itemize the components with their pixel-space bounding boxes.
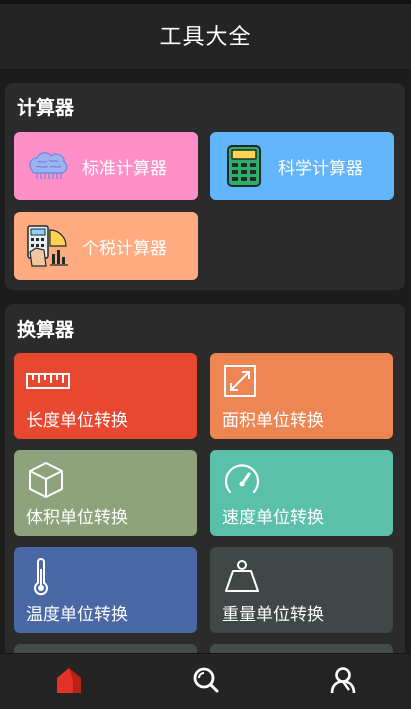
thermometer-icon bbox=[26, 557, 70, 596]
converter-card-partial[interactable] bbox=[14, 644, 197, 653]
calculator-section-title: 计算器 bbox=[17, 97, 75, 119]
converter-card-partial[interactable] bbox=[210, 644, 393, 653]
tax-calculator-icon bbox=[26, 224, 70, 268]
nav-profile[interactable] bbox=[313, 654, 373, 709]
converter-section-title: 换算器 bbox=[17, 319, 75, 341]
nav-home[interactable] bbox=[39, 654, 99, 709]
bottom-navigation bbox=[0, 653, 411, 709]
volume-converter-label: 体积单位转换 bbox=[26, 508, 128, 528]
scientific-calculator-label: 科学计算器 bbox=[278, 158, 363, 179]
temperature-converter-label: 温度单位转换 bbox=[26, 605, 128, 625]
weight-converter-card[interactable]: 重量单位转换 bbox=[210, 547, 393, 633]
scroll-content[interactable]: 计算器 标准计算器 科学计算器 个税计算器 换算器 长度单位转换 面积单位转换 … bbox=[0, 70, 411, 653]
length-converter-label: 长度单位转换 bbox=[26, 411, 128, 431]
user-icon bbox=[329, 666, 357, 698]
temperature-converter-card[interactable]: 温度单位转换 bbox=[14, 547, 197, 633]
cube-icon bbox=[26, 460, 70, 498]
standard-calculator-label: 标准计算器 bbox=[82, 158, 167, 179]
converter-section: 换算器 长度单位转换 面积单位转换 体积单位转换 速度单位转换 温度单位转换 重… bbox=[5, 304, 405, 653]
scientific-calculator-card[interactable]: 科学计算器 bbox=[210, 132, 394, 200]
calculator-section: 计算器 标准计算器 科学计算器 个税计算器 bbox=[5, 83, 405, 290]
search-icon bbox=[192, 666, 220, 698]
speed-converter-label: 速度单位转换 bbox=[222, 508, 324, 528]
speed-converter-card[interactable]: 速度单位转换 bbox=[210, 450, 393, 536]
area-converter-label: 面积单位转换 bbox=[222, 411, 324, 431]
home-icon bbox=[54, 665, 84, 699]
ruler-icon bbox=[26, 363, 70, 401]
weight-converter-label: 重量单位转换 bbox=[222, 605, 324, 625]
volume-converter-card[interactable]: 体积单位转换 bbox=[14, 450, 197, 536]
page-title: 工具大全 bbox=[159, 24, 252, 50]
resize-icon bbox=[222, 363, 266, 401]
nav-search[interactable] bbox=[176, 654, 236, 709]
tax-calculator-card[interactable]: 个税计算器 bbox=[14, 212, 198, 280]
top-app-bar: 工具大全 bbox=[0, 0, 411, 70]
length-converter-card[interactable]: 长度单位转换 bbox=[14, 353, 197, 439]
weight-icon bbox=[222, 557, 266, 595]
area-converter-card[interactable]: 面积单位转换 bbox=[210, 353, 393, 439]
calculator-icon bbox=[222, 144, 266, 188]
speedometer-icon bbox=[222, 460, 266, 498]
tax-calculator-label: 个税计算器 bbox=[82, 238, 167, 259]
brain-icon bbox=[26, 144, 70, 188]
standard-calculator-card[interactable]: 标准计算器 bbox=[14, 132, 198, 200]
